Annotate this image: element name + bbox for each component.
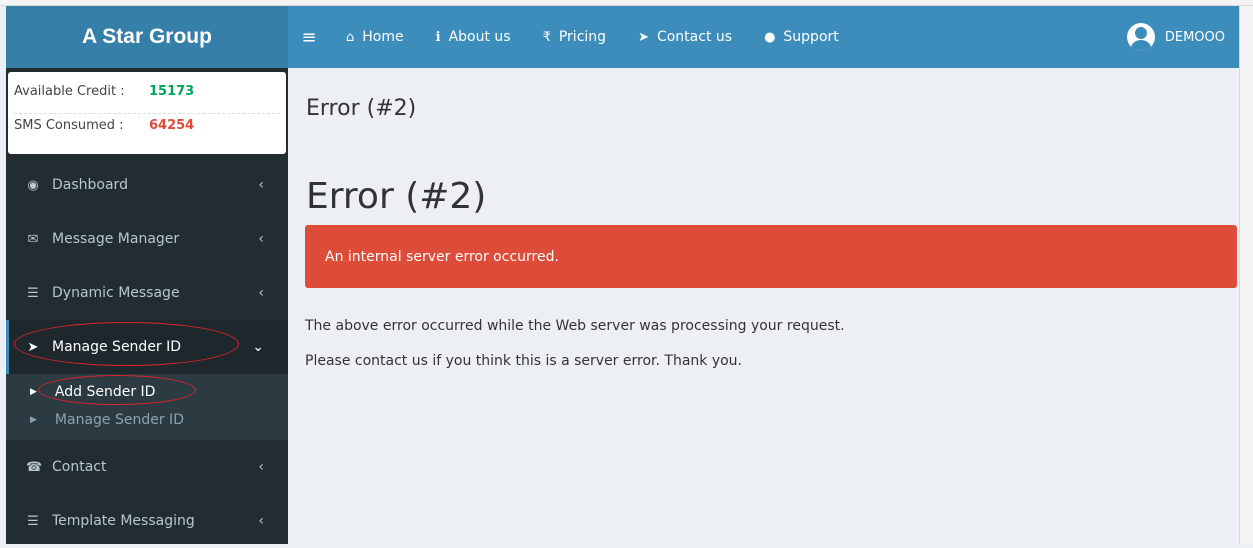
- comment-icon: ●: [764, 29, 776, 45]
- credit-panel: Available Credit : 15173 SMS Consumed : …: [8, 72, 286, 154]
- alert-text: An internal server error occurred.: [325, 248, 559, 265]
- sidebar-item-label: Dashboard: [52, 177, 128, 193]
- server-icon: ☰: [27, 513, 39, 529]
- contact-note: Please contact us if you think this is a…: [305, 353, 743, 369]
- avatar: [1126, 23, 1155, 51]
- sidebar-item-template-messaging[interactable]: ☰ Template Messaging ‹: [6, 494, 288, 548]
- user-menu[interactable]: DEMOOO: [1126, 6, 1225, 68]
- sidebar-menu: ◉ Dashboard ‹ ✉ Message Manager ‹ ☰ Dynamic M…: [6, 158, 288, 548]
- chevron-left-icon: ‹: [258, 231, 264, 247]
- nav-contact[interactable]: ➤ Contact us: [622, 6, 748, 68]
- server-icon: ☰: [27, 285, 39, 301]
- submenu-label: Manage Sender ID: [54, 412, 184, 428]
- error-alert: An internal server error occurred.: [305, 225, 1237, 288]
- sms-consumed-label: SMS Consumed :: [14, 118, 124, 133]
- rupee-icon: ₹: [542, 29, 551, 45]
- sidebar-item-label: Contact: [52, 459, 107, 475]
- user-name: DEMOOO: [1164, 29, 1225, 45]
- submenu-add-sender-id[interactable]: ▶ Add Sender ID: [6, 378, 288, 406]
- sms-consumed-row: SMS Consumed : 64254: [14, 114, 280, 148]
- sidebar-item-dynamic-message[interactable]: ☰ Dynamic Message ‹: [6, 266, 288, 320]
- info-icon: i: [435, 29, 441, 45]
- sms-consumed-value: 64254: [149, 118, 195, 133]
- paper-plane-icon: ➤: [27, 339, 39, 355]
- scrollbar[interactable]: [1239, 6, 1253, 544]
- nav-home-label: Home: [362, 29, 404, 45]
- brand-name: A Star Group: [82, 25, 212, 48]
- submenu-label: Add Sender ID: [54, 384, 156, 400]
- top-navbar: ≡ ⌂ Home i About us ₹ Pricing ➤ Contact us ●…: [288, 6, 1239, 68]
- nav-pricing-label: Pricing: [558, 29, 607, 45]
- sidebar-item-dashboard[interactable]: ◉ Dashboard ‹: [6, 158, 288, 212]
- nav-support[interactable]: ● Support: [748, 6, 855, 68]
- chevron-down-icon: ⌄: [252, 339, 264, 355]
- nav-about-label: About us: [448, 29, 511, 45]
- phone-icon: ☎: [26, 459, 43, 475]
- nav-support-label: Support: [783, 29, 839, 45]
- chevron-left-icon: ‹: [258, 513, 264, 529]
- chevron-left-icon: ‹: [258, 459, 264, 475]
- sidebar: Available Credit : 15173 SMS Consumed : …: [6, 68, 288, 544]
- submenu-manage-sender-id[interactable]: ▶ Manage Sender ID: [6, 406, 288, 434]
- caret-right-icon: ▶: [30, 387, 37, 397]
- available-credit-row: Available Credit : 15173: [14, 80, 280, 114]
- sidebar-item-label: Manage Sender ID: [52, 339, 182, 355]
- sidebar-item-label: Message Manager: [52, 231, 180, 247]
- chevron-left-icon: ‹: [258, 177, 264, 193]
- available-credit-label: Available Credit :: [14, 84, 125, 99]
- nav-home[interactable]: ⌂ Home: [330, 6, 420, 68]
- sidebar-item-contact[interactable]: ☎ Contact ‹: [6, 440, 288, 494]
- nav-pricing[interactable]: ₹ Pricing: [527, 6, 622, 68]
- paper-plane-icon: ➤: [638, 29, 649, 45]
- dashboard-icon: ◉: [27, 177, 39, 193]
- home-icon: ⌂: [346, 29, 355, 45]
- brand-logo[interactable]: A Star Group: [6, 6, 288, 68]
- sidebar-item-manage-sender-id[interactable]: ➤ Manage Sender ID ⌄: [6, 320, 288, 374]
- nav-contact-label: Contact us: [656, 29, 733, 45]
- sidebar-item-message-manager[interactable]: ✉ Message Manager ‹: [6, 212, 288, 266]
- nav-about[interactable]: i About us: [420, 6, 527, 68]
- main-content: Error (#2) Error (#2) An internal server…: [288, 68, 1239, 544]
- error-heading: Error (#2): [306, 176, 487, 217]
- error-description: The above error occurred while the Web s…: [305, 318, 845, 334]
- chevron-left-icon: ‹: [258, 285, 264, 301]
- sidebar-item-label: Dynamic Message: [52, 285, 180, 301]
- available-credit-value: 15173: [149, 84, 195, 99]
- page-title: Error (#2): [306, 96, 417, 121]
- sidebar-item-label: Template Messaging: [52, 513, 195, 529]
- envelope-icon: ✉: [27, 231, 39, 247]
- sender-id-submenu: ▶ Add Sender ID ▶ Manage Sender ID: [6, 374, 288, 440]
- menu-toggle-icon[interactable]: ≡: [288, 6, 330, 68]
- caret-right-icon: ▶: [30, 415, 37, 425]
